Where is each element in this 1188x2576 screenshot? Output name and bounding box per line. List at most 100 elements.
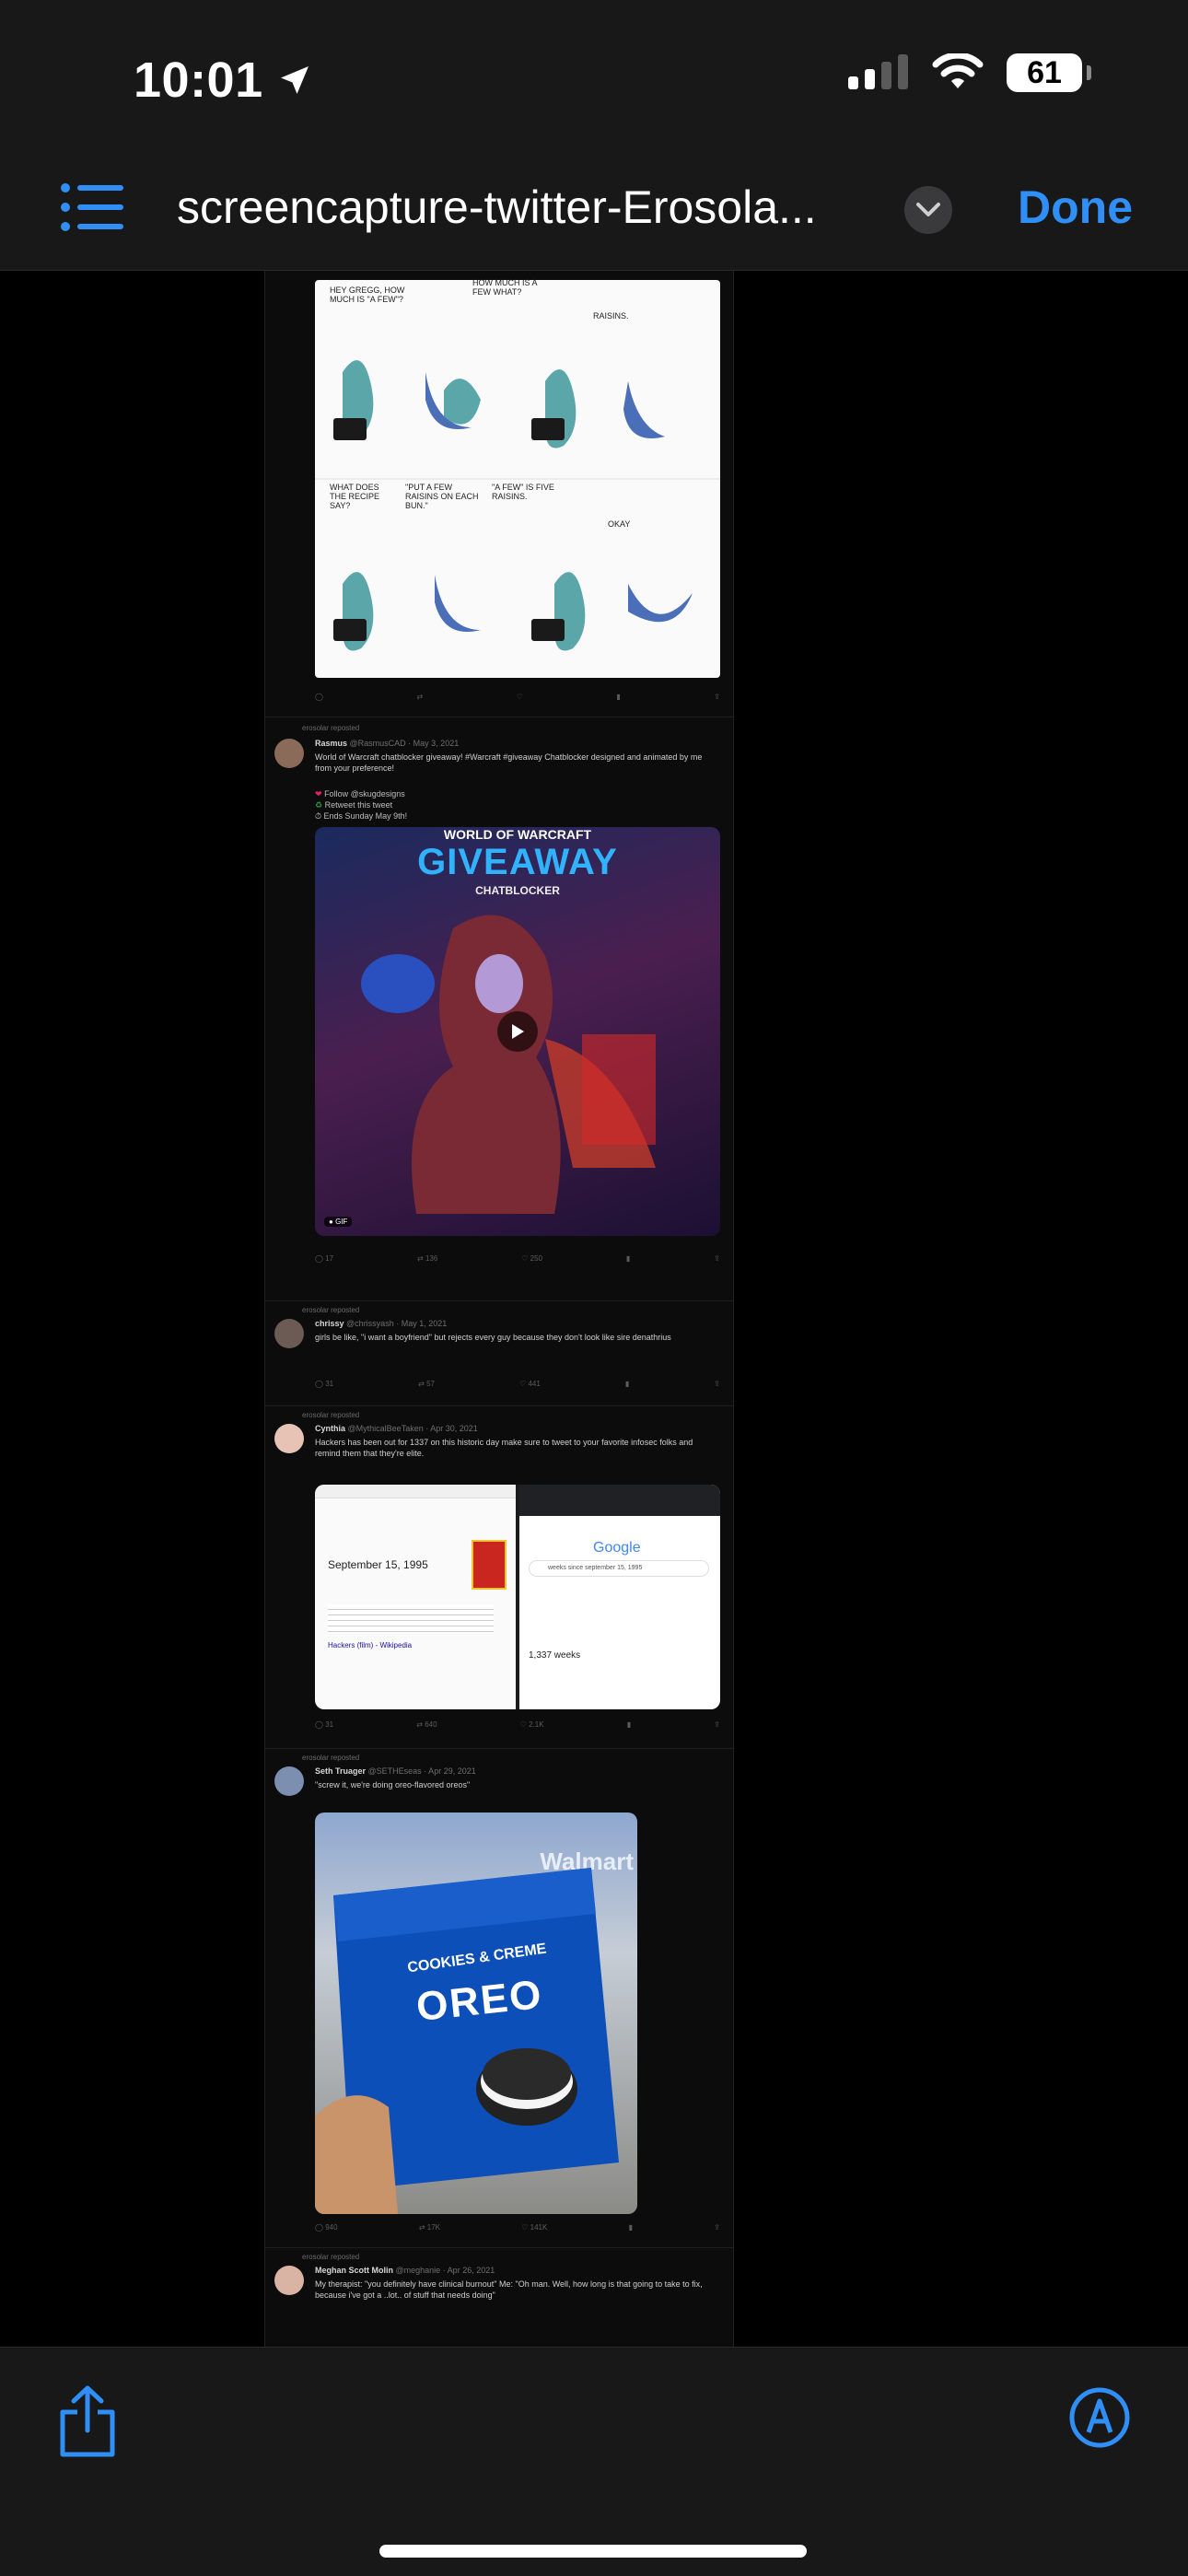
avatar[interactable] (274, 1424, 304, 1453)
comic-caption-2: HOW MUCH IS A FEW WHAT? (472, 278, 538, 297)
tweet-text: girls be like, "i want a boyfriend" but … (315, 1333, 671, 1342)
oreo-photo[interactable]: Walmart COOKIES & CREME OREO (315, 1813, 637, 2214)
status-time: 10:01 (134, 52, 313, 109)
stats-icon[interactable]: ▮ (627, 1720, 631, 1729)
google-screenshot[interactable]: Google weeks since september 15, 1995 1,… (519, 1485, 720, 1709)
like-count[interactable]: ♡ 141K (521, 2223, 547, 2232)
repost-label: erosolar reposted (302, 1754, 360, 1762)
tweet-author[interactable]: Meghan Scott Molin @meghanie · Apr 26, 2… (315, 2266, 495, 2275)
title-menu-button[interactable] (904, 186, 952, 234)
avatar[interactable] (274, 2266, 304, 2295)
play-icon (512, 1024, 524, 1039)
comic-image (315, 280, 720, 678)
location-arrow-icon (280, 66, 309, 94)
tweet-giveaway: erosolar reposted Rasmus @RasmusCAD · Ma… (265, 717, 733, 1301)
top-bar: 10:01 61 screencapture-twitter-Erosola..… (0, 0, 1188, 271)
share-tweet-icon[interactable]: ⇪ (714, 1254, 720, 1263)
home-indicator[interactable] (379, 2545, 807, 2558)
like-icon[interactable]: ♡ (517, 693, 523, 701)
tweet-actions: ◯ ⇄ ♡ ▮ ⇪ (315, 693, 720, 701)
tweet-actions: ◯ 31 ⇄ 640 ♡ 2.1K ▮ ⇪ (315, 1720, 720, 1729)
comic-caption-4: WHAT DOES THE RECIPE SAY? (330, 483, 380, 510)
wiki-heading: September 15, 1995 (328, 1558, 428, 1571)
retweet-count[interactable]: ⇄ 57 (418, 1380, 435, 1388)
wifi-icon (932, 53, 984, 88)
tweet-actions: ◯ 17 ⇄ 136 ♡ 250 ▮ ⇪ (315, 1254, 720, 1263)
retweet-count[interactable]: ⇄ 640 (416, 1720, 437, 1729)
avatar[interactable] (274, 1766, 304, 1796)
list-item: ⏱ Ends Sunday May 9th! (315, 811, 408, 821)
share-tweet-icon[interactable]: ⇪ (714, 693, 720, 701)
share-tweet-icon[interactable]: ⇪ (714, 2223, 720, 2232)
comic-caption-3: RAISINS. (593, 311, 629, 321)
comic-caption-5: "PUT A FEW RAISINS ON EACH BUN." (405, 483, 479, 510)
stats-icon[interactable]: ▮ (626, 1254, 630, 1263)
markup-icon[interactable] (1068, 2386, 1131, 2449)
wiki-screenshot[interactable]: September 15, 1995 Hackers (film) - Wiki… (315, 1485, 516, 1709)
tweet-chrissy: erosolar reposted chrissy @chrissyash · … (265, 1300, 733, 1406)
document-title[interactable]: screencapture-twitter-Erosola... (177, 181, 891, 234)
tweet-comic: HEY GREGG, HOW MUCH IS "A FEW"? HOW MUCH… (265, 271, 733, 717)
share-tweet-icon[interactable]: ⇪ (714, 1720, 720, 1729)
comic-caption-1: HEY GREGG, HOW MUCH IS "A FEW"? (330, 286, 405, 304)
cellular-signal-icon (848, 54, 908, 89)
comic-caption-7: OKAY (608, 519, 631, 529)
done-button[interactable]: Done (1018, 181, 1133, 234)
share-tweet-icon[interactable]: ⇪ (714, 1380, 720, 1388)
tweet-meghan: erosolar reposted Meghan Scott Molin @me… (265, 2247, 733, 2347)
like-count[interactable]: ♡ 2.1K (520, 1720, 544, 1729)
tweet-actions: ◯ 940 ⇄ 17K ♡ 141K ▮ ⇪ (315, 2223, 720, 2232)
tweet-text: Hackers has been out for 1337 on this hi… (315, 1438, 693, 1458)
tweet-text: World of Warcraft chatblocker giveaway! … (315, 752, 703, 773)
tweet-list: ❤ Follow @skugdesigns ♻ Retweet this twe… (315, 788, 720, 822)
repost-label: erosolar reposted (302, 1411, 360, 1419)
tweet-text: My therapist: "you definitely have clini… (315, 2279, 703, 2300)
stats-icon[interactable]: ▮ (629, 2223, 633, 2232)
list-item: ❤ Follow @skugdesigns (315, 789, 405, 798)
list-icon[interactable] (61, 182, 123, 232)
avatar[interactable] (274, 739, 304, 768)
tweet-author[interactable]: Cynthia @MythicalBeeTaken · Apr 30, 2021 (315, 1424, 478, 1433)
reply-count[interactable]: ◯ 31 (315, 1720, 333, 1729)
avatar[interactable] (274, 1319, 304, 1348)
reply-count[interactable]: ◯ 940 (315, 2223, 338, 2232)
battery-indicator: 61 (1007, 53, 1091, 92)
list-item: ♻ Retweet this tweet (315, 800, 393, 810)
play-button[interactable] (497, 1011, 538, 1052)
search-query: weeks since september 15, 1995 (529, 1560, 709, 1577)
comic-caption-6: "A FEW" IS FIVE RAISINS. (492, 483, 554, 501)
tweet-images[interactable]: September 15, 1995 Hackers (film) - Wiki… (315, 1485, 720, 1709)
stats-icon[interactable]: ▮ (616, 693, 620, 701)
search-result: 1,337 weeks (529, 1650, 581, 1661)
bottom-toolbar (0, 2347, 1188, 2576)
share-icon[interactable] (57, 2384, 118, 2458)
repost-label: erosolar reposted (302, 2253, 360, 2261)
wiki-link[interactable]: Hackers (film) - Wikipedia (328, 1641, 412, 1649)
retweet-count[interactable]: ⇄ 136 (417, 1254, 437, 1263)
tweet-author[interactable]: Seth Truager @SETHEseas · Apr 29, 2021 (315, 1766, 476, 1776)
time-label: 10:01 (134, 52, 263, 108)
status-indicators: 61 (848, 53, 1091, 92)
tweet-actions: ◯ 31 ⇄ 57 ♡ 441 ▮ ⇪ (315, 1380, 720, 1388)
movie-poster (472, 1540, 507, 1590)
repost-label: erosolar reposted (302, 724, 360, 732)
document-preview[interactable]: HEY GREGG, HOW MUCH IS "A FEW"? HOW MUCH… (0, 271, 1188, 2347)
comic-illustration (315, 360, 720, 651)
reply-count[interactable]: ◯ 31 (315, 1380, 333, 1388)
gif-badge: ● GIF (324, 1217, 353, 1227)
stats-icon[interactable]: ▮ (625, 1380, 629, 1388)
tweet-author[interactable]: chrissy @chrissyash · May 1, 2021 (315, 1319, 447, 1328)
tweet-oreo: erosolar reposted Seth Truager @SETHEsea… (265, 1748, 733, 2248)
chevron-down-icon (916, 203, 940, 216)
like-count[interactable]: ♡ 441 (519, 1380, 541, 1388)
reply-icon[interactable]: ◯ (315, 693, 323, 701)
retweet-icon[interactable]: ⇄ (416, 693, 423, 701)
repost-label: erosolar reposted (302, 1306, 360, 1314)
retweet-count[interactable]: ⇄ 17K (419, 2223, 440, 2232)
giveaway-video[interactable]: WORLD OF WARCRAFT GIVEAWAY CHATBLOCKER ●… (315, 827, 720, 1236)
google-logo: Google (593, 1540, 641, 1556)
reply-count[interactable]: ◯ 17 (315, 1254, 333, 1263)
tweet-author[interactable]: Rasmus @RasmusCAD · May 3, 2021 (315, 739, 459, 748)
like-count[interactable]: ♡ 250 (521, 1254, 542, 1263)
screenshot-page: HEY GREGG, HOW MUCH IS "A FEW"? HOW MUCH… (264, 271, 734, 2347)
